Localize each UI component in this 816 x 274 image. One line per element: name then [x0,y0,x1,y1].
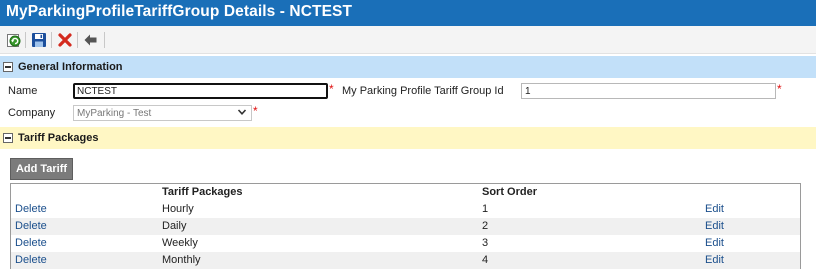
collapse-icon[interactable] [3,62,13,72]
column-header-tariff-packages: Tariff Packages [162,186,243,198]
sort-order-value: 3 [482,237,489,249]
tariff-package-name: Hourly [162,203,194,215]
tariff-packages-table: Tariff Packages Sort Order Delete Hourly… [10,183,801,269]
edit-link[interactable]: Edit [705,220,724,232]
table-row: Delete Hourly 1 Edit [11,201,800,218]
company-select[interactable]: MyParking - Test [73,105,252,121]
toolbar-separator [25,32,26,48]
group-id-label: My Parking Profile Tariff Group Id [342,85,504,97]
company-required-mark: * [253,104,258,118]
name-label: Name [8,85,38,97]
refresh-button[interactable] [5,31,23,49]
add-tariff-button[interactable]: Add Tariff [10,158,73,180]
back-arrow-icon [84,34,97,46]
delete-icon [58,33,72,47]
toolbar [0,26,816,54]
table-row: Delete Daily 2 Edit [11,218,800,235]
delete-link[interactable]: Delete [15,203,47,215]
tariff-package-name: Weekly [162,237,198,249]
name-field[interactable] [73,83,328,99]
delete-link[interactable]: Delete [15,220,47,232]
name-required-mark: * [329,82,334,96]
general-information-title: General Information [18,61,123,73]
company-select-value: MyParking - Test [77,108,152,119]
edit-link[interactable]: Edit [705,254,724,266]
table-row: Delete Weekly 3 Edit [11,235,800,252]
tariff-package-name: Monthly [162,254,201,266]
sort-order-value: 4 [482,254,489,266]
company-label: Company [8,107,56,119]
edit-link[interactable]: Edit [705,237,724,249]
refresh-icon [7,34,21,47]
toolbar-separator [51,32,52,48]
tariff-packages-title: Tariff Packages [18,132,99,144]
chevron-down-icon [237,109,247,115]
group-id-field[interactable] [521,83,776,99]
tariff-package-name: Daily [162,220,187,232]
edit-link[interactable]: Edit [705,203,724,215]
tariff-packages-header: Tariff Packages [0,127,816,149]
delete-link[interactable]: Delete [15,254,47,266]
sort-order-value: 2 [482,220,489,232]
sort-order-value: 1 [482,203,489,215]
save-button[interactable] [30,31,48,49]
toolbar-separator [77,32,78,48]
save-icon [32,33,46,47]
general-information-header: General Information [0,56,816,78]
column-header-sort-order: Sort Order [482,186,538,198]
collapse-icon[interactable] [3,133,13,143]
delete-button[interactable] [56,31,74,49]
group-id-required-mark: * [777,82,782,96]
toolbar-separator [104,32,105,48]
table-row: Delete Monthly 4 Edit [11,252,800,269]
window-title: MyParkingProfileTariffGroup Details - NC… [0,0,816,26]
table-header: Tariff Packages Sort Order [11,184,800,201]
back-button[interactable] [82,31,100,49]
delete-link[interactable]: Delete [15,237,47,249]
